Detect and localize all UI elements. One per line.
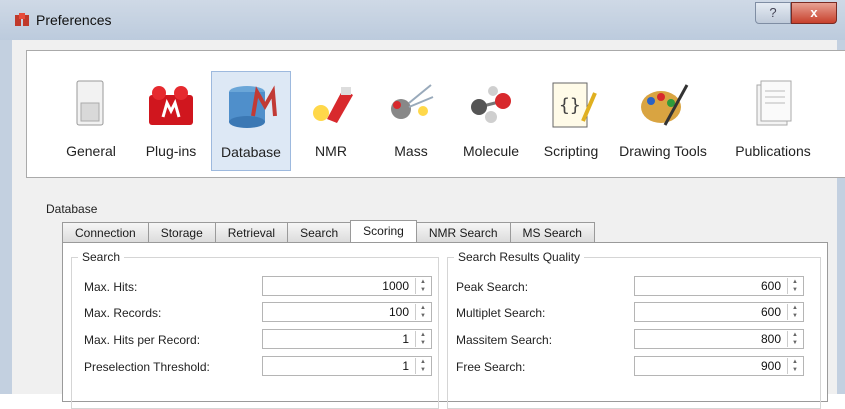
max-records-stepper[interactable]: ▲ ▼ (415, 304, 430, 320)
toolbar-label-scripting: Scripting (543, 143, 599, 159)
help-button[interactable]: ? (755, 2, 791, 24)
toolbar-item-plugins[interactable]: Plug-ins (131, 71, 211, 171)
database-group-label: Database (46, 202, 98, 216)
massitem-search-label: Massitem Search: (456, 333, 553, 347)
max-records-label: Max. Records: (84, 306, 162, 320)
max-records-spinbox[interactable]: 100 ▲ ▼ (262, 302, 432, 322)
spin-up-icon[interactable]: ▲ (416, 304, 430, 312)
toolbar-item-publications[interactable]: Publications (723, 71, 823, 171)
toolbar-label-plugins: Plug-ins (145, 143, 197, 159)
peak-search-spinbox[interactable]: 600 ▲ ▼ (634, 276, 804, 296)
peak-search-stepper[interactable]: ▲ ▼ (787, 278, 802, 294)
scripting-icon: {} (552, 82, 597, 128)
toolbar-label-drawing-tools: Drawing Tools (619, 143, 707, 159)
max-hits-stepper[interactable]: ▲ ▼ (415, 278, 430, 294)
molecule-icon (471, 86, 511, 123)
search-results-quality-title: Search Results Quality (454, 250, 585, 264)
spin-down-icon[interactable]: ▼ (788, 286, 802, 294)
spin-up-icon[interactable]: ▲ (416, 358, 430, 366)
publications-icon (756, 80, 792, 126)
tab-storage[interactable]: Storage (147, 222, 216, 242)
spin-up-icon[interactable]: ▲ (788, 358, 802, 366)
tab-retrieval[interactable]: Retrieval (214, 222, 289, 242)
toolbar-label-molecule: Molecule (462, 143, 520, 159)
search-fieldset-title: Search (78, 250, 125, 264)
multiplet-search-value: 600 (760, 305, 781, 319)
free-search-label: Free Search: (456, 360, 526, 374)
dialog-content: General Plug-ins Database NMR Mass Molec… (12, 40, 845, 409)
spin-down-icon[interactable]: ▼ (788, 312, 802, 320)
search-results-quality-fieldset: Search Results Quality Peak Search: 600 … (447, 250, 821, 409)
toolbar-label-publications: Publications (735, 143, 811, 159)
database-group: Database Connection Storage Retrieval Se… (46, 202, 834, 409)
app-icon (15, 13, 29, 26)
multiplet-search-label: Multiplet Search: (456, 306, 546, 320)
category-toolbar: General Plug-ins Database NMR Mass Molec… (26, 50, 845, 178)
plugins-icon (149, 86, 193, 125)
max-hits-spinbox[interactable]: 1000 ▲ ▼ (262, 276, 432, 296)
toolbar-item-drawing-tools[interactable]: Drawing Tools (611, 71, 715, 171)
spin-up-icon[interactable]: ▲ (788, 304, 802, 312)
toolbar-item-general[interactable]: General (51, 71, 131, 171)
max-hits-per-record-spinbox[interactable]: 1 ▲ ▼ (262, 329, 432, 349)
spin-down-icon[interactable]: ▼ (788, 366, 802, 374)
toolbar-item-database[interactable]: Database (211, 71, 291, 171)
svg-text:{}: {} (559, 95, 581, 116)
max-hits-label: Max. Hits: (84, 280, 138, 294)
toolbar-label-general: General (66, 143, 116, 159)
preselection-threshold-stepper[interactable]: ▲ ▼ (415, 358, 430, 374)
toolbar-item-nmr[interactable]: NMR (291, 71, 371, 171)
tab-nmr-search[interactable]: NMR Search (415, 222, 511, 242)
free-search-spinbox[interactable]: 900 ▲ ▼ (634, 356, 804, 376)
spin-down-icon[interactable]: ▼ (788, 339, 802, 347)
toolbar-label-database: Database (221, 144, 281, 160)
spin-up-icon[interactable]: ▲ (788, 331, 802, 339)
massitem-search-spinbox[interactable]: 800 ▲ ▼ (634, 329, 804, 349)
max-hits-per-record-label: Max. Hits per Record: (84, 333, 201, 347)
spin-up-icon[interactable]: ▲ (416, 331, 430, 339)
toolbar-label-nmr: NMR (315, 143, 347, 159)
preselection-threshold-value: 1 (402, 359, 409, 373)
spin-down-icon[interactable]: ▼ (416, 339, 430, 347)
spin-down-icon[interactable]: ▼ (416, 312, 430, 320)
toolbar-item-molecule[interactable]: Molecule (451, 71, 531, 171)
preselection-threshold-label: Preselection Threshold: (84, 360, 210, 374)
massitem-search-value: 800 (760, 332, 781, 346)
tab-scoring[interactable]: Scoring (350, 220, 417, 242)
search-fieldset: Search Max. Hits: 1000 ▲ ▼ Max. Records: … (71, 250, 439, 409)
nmr-icon (313, 87, 353, 123)
toolbar-item-mass[interactable]: Mass (371, 71, 451, 171)
tab-search[interactable]: Search (287, 222, 352, 242)
max-records-value: 100 (388, 305, 409, 319)
peak-search-label: Peak Search: (456, 280, 529, 294)
free-search-value: 900 (760, 359, 781, 373)
mass-icon (391, 84, 434, 119)
multiplet-search-stepper[interactable]: ▲ ▼ (787, 304, 802, 320)
tab-ms-search[interactable]: MS Search (509, 222, 595, 242)
spin-up-icon[interactable]: ▲ (788, 278, 802, 286)
toolbar-label-mass: Mass (394, 143, 428, 159)
scoring-panel: Search Max. Hits: 1000 ▲ ▼ Max. Records: … (62, 242, 828, 409)
peak-search-value: 600 (760, 279, 781, 293)
free-search-stepper[interactable]: ▲ ▼ (787, 358, 802, 374)
max-hits-value: 1000 (382, 279, 409, 293)
toolbar-item-scripting[interactable]: {} Scripting (531, 71, 611, 171)
title-bar: Preferences ? x (0, 0, 845, 40)
massitem-search-stepper[interactable]: ▲ ▼ (787, 331, 802, 347)
preselection-threshold-spinbox[interactable]: 1 ▲ ▼ (262, 356, 432, 376)
window-title: Preferences (36, 12, 112, 28)
spin-down-icon[interactable]: ▼ (416, 366, 430, 374)
spin-up-icon[interactable]: ▲ (416, 278, 430, 286)
spin-down-icon[interactable]: ▼ (416, 286, 430, 294)
drawing-tools-icon (641, 84, 689, 126)
multiplet-search-spinbox[interactable]: 600 ▲ ▼ (634, 302, 804, 322)
database-icon (229, 85, 277, 128)
settings-tabs: Connection Storage Retrieval Search Scor… (62, 220, 595, 242)
window-frame-left (0, 40, 12, 394)
general-icon (76, 80, 104, 126)
max-hits-per-record-stepper[interactable]: ▲ ▼ (415, 331, 430, 347)
close-button[interactable]: x (791, 2, 837, 24)
tab-connection[interactable]: Connection (62, 222, 149, 242)
max-hits-per-record-value: 1 (402, 332, 409, 346)
